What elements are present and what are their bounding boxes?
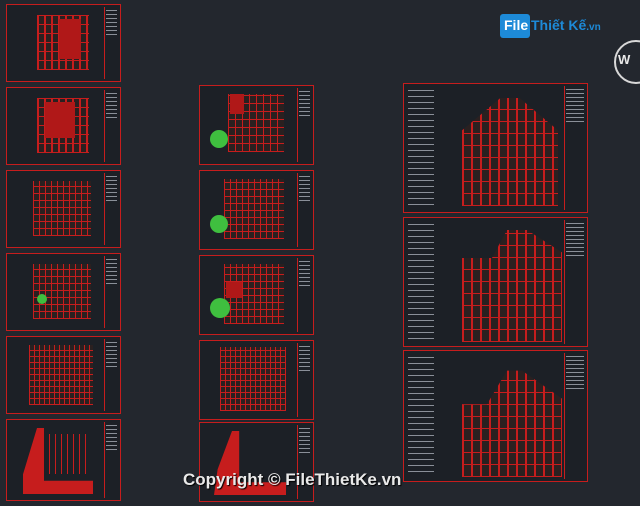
- building-elevation: [462, 370, 562, 477]
- building-elevation: [462, 230, 562, 342]
- roof-fill: [230, 94, 244, 114]
- logo-text-thietke: Thiết Kế.vn: [531, 17, 601, 33]
- compass-letter: W: [618, 52, 631, 67]
- title-block: [297, 88, 311, 162]
- floor-plan: [224, 179, 284, 239]
- tree-symbol: [37, 294, 47, 304]
- title-block: [564, 86, 585, 210]
- drawing-sheet[interactable]: [6, 87, 121, 165]
- tree-symbol: [210, 130, 228, 148]
- drawing-sheet[interactable]: [6, 253, 121, 331]
- drawing-sheet[interactable]: [6, 419, 121, 501]
- building-elevation: [462, 98, 558, 206]
- tree-symbol: [210, 215, 228, 233]
- title-block: [104, 256, 118, 328]
- floor-plan: [49, 434, 89, 474]
- notes-column: [408, 224, 434, 339]
- notes-column: [408, 357, 434, 472]
- roof-fill: [226, 282, 242, 298]
- title-block: [297, 258, 311, 332]
- title-block: [564, 353, 585, 479]
- drawing-sheet[interactable]: [199, 170, 314, 250]
- title-block: [104, 173, 118, 245]
- title-block: [297, 173, 311, 247]
- drawing-sheet[interactable]: [6, 4, 121, 82]
- floor-plan: [29, 345, 93, 405]
- elevation-sheet[interactable]: [403, 217, 588, 347]
- roof-fill: [45, 102, 75, 138]
- tree-symbol: [210, 298, 230, 318]
- filethietke-logo: File Thiết Kế.vn: [500, 11, 612, 41]
- title-block: [104, 7, 118, 79]
- logo-text-file: File: [504, 17, 529, 33]
- roof-fill: [59, 19, 81, 59]
- title-block: [104, 90, 118, 162]
- notes-column: [408, 90, 434, 205]
- floor-plan: [220, 347, 286, 411]
- elevation-sheet[interactable]: [403, 83, 588, 213]
- title-block: [297, 343, 311, 417]
- drawing-sheet[interactable]: [199, 422, 314, 502]
- floor-plan: [33, 264, 91, 319]
- compass-watermark: W: [614, 40, 640, 84]
- title-block: [564, 220, 585, 344]
- copyright-watermark: Copyright © FileThietKe.vn: [183, 470, 402, 489]
- elevation-sheet[interactable]: [403, 350, 588, 482]
- floor-plan: [33, 181, 91, 236]
- drawing-sheet[interactable]: [199, 85, 314, 165]
- drawing-sheet[interactable]: [199, 255, 314, 335]
- title-block: [104, 339, 118, 411]
- drawing-sheet[interactable]: [6, 336, 121, 414]
- drawing-sheet[interactable]: [6, 170, 121, 248]
- drawing-sheet[interactable]: [199, 340, 314, 420]
- title-block: [104, 422, 118, 498]
